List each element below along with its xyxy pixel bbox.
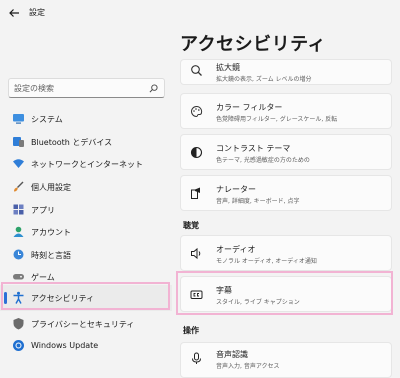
account-icon xyxy=(13,226,24,237)
card-title: 拡大鏡 xyxy=(216,63,240,72)
title-bar: 設定 xyxy=(0,0,400,26)
app-title: 設定 xyxy=(29,8,45,17)
monitor-icon xyxy=(13,114,24,124)
captions-highlight-frame xyxy=(176,271,393,315)
sidebar-item-label: アカウント xyxy=(31,228,71,237)
card-subtitle: 色覚障碍用フィルター, グレースケール, 反転 xyxy=(216,116,338,123)
card-subtitle: 音声入力, 音声アクセス xyxy=(216,363,280,370)
apps-icon xyxy=(13,204,24,215)
page-title: アクセシビリティ xyxy=(180,34,327,55)
sidebar-item-label: ネットワークとインターネット xyxy=(31,160,143,169)
sidebar-item-label: プライバシーとセキュリティ xyxy=(31,320,135,329)
magnifier-card[interactable]: 拡大鏡 拡大鏡の表示, ズーム レベルの増分 xyxy=(180,59,392,85)
magnifier-icon xyxy=(191,65,202,76)
audio-card[interactable]: オーディオ モノラル オーディオ, オーディオ通知 xyxy=(180,235,392,271)
update-icon xyxy=(13,340,24,351)
card-subtitle: モノラル オーディオ, オーディオ通知 xyxy=(216,258,317,265)
bluetooth-devices-icon xyxy=(13,137,24,147)
narrator-icon xyxy=(191,187,200,199)
sidebar-item-label: Windows Update xyxy=(31,341,99,350)
sidebar-item-label: 時刻と言語 xyxy=(31,251,71,260)
card-subtitle: 色テーマ, 光感過敏症の方のための xyxy=(216,157,310,164)
card-title: ナレーター xyxy=(216,185,256,194)
palette-icon xyxy=(191,105,203,118)
sidebar-item-label: Bluetooth とデバイス xyxy=(31,138,113,147)
sidebar-item-label: システム xyxy=(31,115,63,124)
color-filters-card[interactable]: カラー フィルター 色覚障碍用フィルター, グレースケール, 反転 xyxy=(180,93,392,129)
sidebar-item-label: アプリ xyxy=(31,206,55,215)
card-subtitle: 音声, 詳細度, キーボード, 点字 xyxy=(216,198,300,205)
globe-clock-icon xyxy=(13,249,24,260)
card-title: コントラスト テーマ xyxy=(216,144,291,153)
card-title: カラー フィルター xyxy=(216,103,283,112)
search-box[interactable] xyxy=(8,78,165,98)
search-input[interactable] xyxy=(14,81,144,95)
sidebar-item-windows-update[interactable]: Windows Update xyxy=(0,333,172,359)
brush-icon xyxy=(14,181,24,192)
back-arrow-icon[interactable] xyxy=(7,6,21,20)
contrast-icon xyxy=(190,146,203,159)
shield-icon xyxy=(13,318,24,330)
wifi-icon xyxy=(13,159,24,168)
microphone-icon xyxy=(192,352,201,364)
sidebar-item-label: 個人用設定 xyxy=(31,183,71,192)
speaker-icon xyxy=(191,247,201,260)
card-title: 音声認識 xyxy=(216,350,248,359)
narrator-card[interactable]: ナレーター 音声, 詳細度, キーボード, 点字 xyxy=(180,175,392,211)
contrast-themes-card[interactable]: コントラスト テーマ 色テーマ, 光感過敏症の方のための xyxy=(180,134,392,170)
card-subtitle: 拡大鏡の表示, ズーム レベルの増分 xyxy=(216,76,312,83)
section-heading-interaction: 操作 xyxy=(183,326,199,335)
section-heading-hearing: 聴覚 xyxy=(183,221,199,230)
search-icon xyxy=(149,84,158,93)
card-title: オーディオ xyxy=(216,245,256,254)
selection-highlight-frame xyxy=(1,282,170,310)
